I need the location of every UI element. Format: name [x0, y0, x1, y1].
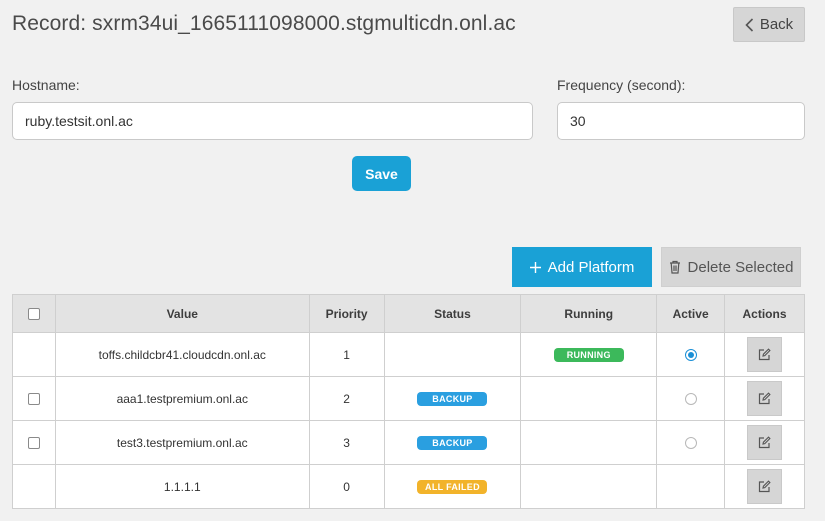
- edit-button[interactable]: [747, 469, 783, 504]
- active-radio[interactable]: [684, 437, 697, 450]
- active-cell: [656, 332, 726, 377]
- edit-icon: [758, 348, 771, 361]
- row-checkbox[interactable]: [27, 393, 40, 406]
- column-header-value[interactable]: Value: [54, 294, 310, 333]
- row-select-cell: [12, 464, 56, 509]
- active-radio[interactable]: [684, 393, 697, 406]
- active-radio[interactable]: [684, 349, 697, 362]
- row-select-cell: [12, 376, 56, 421]
- select-all-checkbox[interactable]: [27, 308, 40, 321]
- edit-button[interactable]: [747, 337, 783, 372]
- back-button[interactable]: Back: [733, 7, 805, 42]
- hostname-label: Hostname:: [12, 77, 80, 93]
- active-cell: [656, 420, 726, 465]
- table-row: test3.testpremium.onl.ac 3 BACKUP: [12, 420, 805, 465]
- delete-selected-button[interactable]: Delete Selected: [661, 247, 801, 287]
- column-header-status[interactable]: Status: [383, 294, 522, 333]
- running-cell: RUNNING: [520, 332, 658, 377]
- select-all-cell: [12, 294, 56, 333]
- platform-table: Value Priority Status Running Active Act…: [12, 294, 805, 509]
- value-cell: 1.1.1.1: [54, 464, 310, 509]
- edit-button[interactable]: [747, 381, 783, 416]
- add-platform-button[interactable]: Add Platform: [512, 247, 652, 287]
- row-select-cell: [12, 420, 56, 465]
- status-cell: BACKUP: [383, 376, 522, 421]
- row-select-cell: [12, 332, 56, 377]
- priority-cell: 2: [308, 376, 385, 421]
- frequency-label: Frequency (second):: [557, 77, 686, 93]
- value-cell: test3.testpremium.onl.ac: [54, 420, 310, 465]
- priority-cell: 1: [308, 332, 385, 377]
- backup-badge: BACKUP: [417, 436, 488, 450]
- value-cell: aaa1.testpremium.onl.ac: [54, 376, 310, 421]
- column-header-actions: Actions: [724, 294, 805, 333]
- actions-cell: [724, 376, 805, 421]
- priority-cell: 3: [308, 420, 385, 465]
- table-row: toffs.childcbr41.cloudcdn.onl.ac 1 RUNNI…: [12, 332, 805, 377]
- status-cell: ALL FAILED: [383, 464, 522, 509]
- trash-icon: [669, 260, 680, 274]
- column-header-active[interactable]: Active: [656, 294, 726, 333]
- column-header-running[interactable]: Running: [520, 294, 658, 333]
- actions-cell: [724, 332, 805, 377]
- running-cell: [520, 376, 658, 421]
- chevron-left-icon: [745, 17, 753, 32]
- actions-cell: [724, 464, 805, 509]
- table-row: 1.1.1.1 0 ALL FAILED: [12, 464, 805, 509]
- status-cell: BACKUP: [383, 420, 522, 465]
- actions-cell: [724, 420, 805, 465]
- table-header-row: Value Priority Status Running Active Act…: [12, 294, 805, 333]
- active-cell: [656, 376, 726, 421]
- running-badge: RUNNING: [553, 348, 624, 362]
- edit-icon: [758, 392, 771, 405]
- plus-icon: [529, 261, 541, 273]
- page-title: Record: sxrm34ui_1665111098000.stgmultic…: [12, 12, 516, 35]
- edit-icon: [758, 480, 771, 493]
- table-row: aaa1.testpremium.onl.ac 2 BACKUP: [12, 376, 805, 421]
- backup-badge: BACKUP: [417, 392, 488, 406]
- add-platform-label: Add Platform: [547, 258, 635, 276]
- hostname-field[interactable]: ruby.testsit.onl.ac: [12, 102, 533, 140]
- running-cell: [520, 464, 658, 509]
- active-cell: [656, 464, 726, 509]
- priority-cell: 0: [308, 464, 385, 509]
- all-failed-badge: ALL FAILED: [417, 480, 488, 494]
- running-cell: [520, 420, 658, 465]
- column-header-priority[interactable]: Priority: [308, 294, 385, 333]
- row-checkbox[interactable]: [27, 437, 40, 450]
- back-label: Back: [759, 16, 794, 33]
- frequency-field[interactable]: 30: [557, 102, 805, 140]
- edit-icon: [758, 436, 771, 449]
- edit-button[interactable]: [747, 425, 783, 460]
- save-button[interactable]: Save: [352, 156, 411, 191]
- value-cell: toffs.childcbr41.cloudcdn.onl.ac: [54, 332, 310, 377]
- delete-selected-label: Delete Selected: [687, 258, 794, 276]
- status-cell: [383, 332, 522, 377]
